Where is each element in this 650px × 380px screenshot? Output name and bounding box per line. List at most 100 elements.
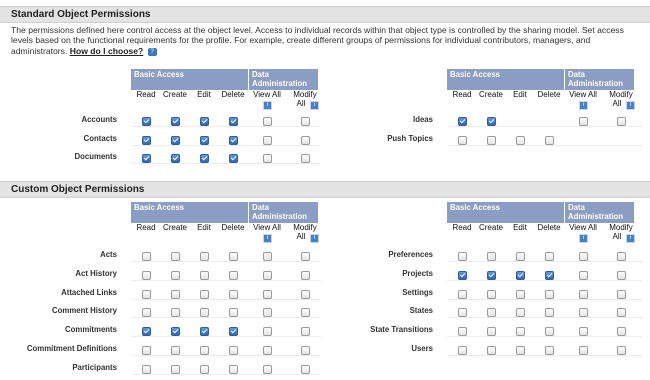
view-all-checkbox[interactable] — [579, 252, 588, 261]
delete-checkbox[interactable] — [229, 346, 238, 355]
delete-checkbox[interactable] — [545, 289, 554, 299]
delete-checkbox[interactable] — [545, 270, 554, 280]
create-checkbox[interactable] — [487, 308, 496, 318]
read-checkbox[interactable] — [142, 327, 151, 337]
create-checkbox[interactable] — [487, 252, 496, 261]
read-checkbox[interactable] — [142, 135, 151, 145]
view-all-checkbox[interactable] — [579, 308, 588, 318]
create-checkbox[interactable] — [171, 117, 180, 126]
create-checkbox[interactable] — [171, 327, 180, 337]
modify-checkbox[interactable] — [617, 252, 626, 261]
info-icon[interactable]: i — [263, 101, 272, 110]
delete-checkbox[interactable] — [545, 346, 554, 355]
view-all-checkbox[interactable] — [263, 135, 272, 145]
create-checkbox[interactable] — [171, 346, 180, 355]
edit-checkbox[interactable] — [516, 289, 525, 299]
edit-checkbox[interactable] — [516, 270, 525, 280]
modify-checkbox[interactable] — [301, 154, 310, 163]
delete-checkbox[interactable] — [229, 252, 238, 261]
info-icon[interactable]: i — [626, 101, 635, 110]
create-checkbox[interactable] — [171, 252, 180, 261]
read-checkbox[interactable] — [458, 346, 467, 355]
view-all-checkbox[interactable] — [263, 308, 272, 318]
view-all-checkbox[interactable] — [579, 289, 588, 299]
create-checkbox[interactable] — [487, 289, 496, 299]
read-checkbox[interactable] — [458, 308, 467, 318]
how-do-i-choose-link[interactable]: How do I choose? — [70, 46, 144, 56]
edit-checkbox[interactable] — [516, 135, 525, 145]
modify-checkbox[interactable] — [617, 308, 626, 318]
read-checkbox[interactable] — [458, 135, 467, 145]
create-checkbox[interactable] — [487, 346, 496, 355]
view-all-checkbox[interactable] — [579, 117, 588, 126]
create-checkbox[interactable] — [487, 117, 496, 126]
read-checkbox[interactable] — [142, 308, 151, 318]
view-all-checkbox[interactable] — [579, 346, 588, 355]
read-checkbox[interactable] — [142, 346, 151, 355]
edit-checkbox[interactable] — [516, 308, 525, 318]
create-checkbox[interactable] — [171, 135, 180, 145]
modify-checkbox[interactable] — [617, 270, 626, 280]
read-checkbox[interactable] — [142, 270, 151, 280]
modify-checkbox[interactable] — [617, 346, 626, 355]
info-icon[interactable]: i — [263, 234, 272, 243]
edit-checkbox[interactable] — [516, 346, 525, 355]
edit-checkbox[interactable] — [200, 154, 209, 163]
delete-checkbox[interactable] — [229, 154, 238, 163]
read-checkbox[interactable] — [142, 154, 151, 163]
edit-checkbox[interactable] — [516, 327, 525, 337]
modify-checkbox[interactable] — [301, 364, 310, 374]
create-checkbox[interactable] — [171, 270, 180, 280]
help-icon[interactable]: ? — [147, 47, 157, 56]
create-checkbox[interactable] — [171, 154, 180, 163]
modify-checkbox[interactable] — [617, 117, 626, 126]
read-checkbox[interactable] — [142, 252, 151, 261]
read-checkbox[interactable] — [458, 289, 467, 299]
create-checkbox[interactable] — [171, 308, 180, 318]
view-all-checkbox[interactable] — [263, 270, 272, 280]
create-checkbox[interactable] — [487, 327, 496, 337]
edit-checkbox[interactable] — [200, 135, 209, 145]
create-checkbox[interactable] — [171, 364, 180, 374]
read-checkbox[interactable] — [142, 364, 151, 374]
info-icon[interactable]: i — [579, 234, 588, 243]
delete-checkbox[interactable] — [229, 117, 238, 126]
edit-checkbox[interactable] — [516, 252, 525, 261]
read-checkbox[interactable] — [142, 117, 151, 126]
view-all-checkbox[interactable] — [263, 252, 272, 261]
edit-checkbox[interactable] — [200, 346, 209, 355]
edit-checkbox[interactable] — [200, 270, 209, 280]
delete-checkbox[interactable] — [545, 252, 554, 261]
view-all-checkbox[interactable] — [263, 154, 272, 163]
read-checkbox[interactable] — [458, 270, 467, 280]
delete-checkbox[interactable] — [229, 364, 238, 374]
view-all-checkbox[interactable] — [579, 327, 588, 337]
view-all-checkbox[interactable] — [579, 270, 588, 280]
edit-checkbox[interactable] — [200, 252, 209, 261]
create-checkbox[interactable] — [487, 270, 496, 280]
modify-checkbox[interactable] — [617, 327, 626, 337]
delete-checkbox[interactable] — [545, 135, 554, 145]
view-all-checkbox[interactable] — [263, 117, 272, 126]
delete-checkbox[interactable] — [229, 270, 238, 280]
read-checkbox[interactable] — [458, 117, 467, 126]
edit-checkbox[interactable] — [200, 308, 209, 318]
info-icon[interactable]: i — [310, 234, 319, 243]
delete-checkbox[interactable] — [229, 308, 238, 318]
delete-checkbox[interactable] — [545, 327, 554, 337]
delete-checkbox[interactable] — [545, 308, 554, 318]
view-all-checkbox[interactable] — [263, 346, 272, 355]
edit-checkbox[interactable] — [200, 117, 209, 126]
edit-checkbox[interactable] — [200, 327, 209, 337]
info-icon[interactable]: i — [310, 101, 319, 110]
view-all-checkbox[interactable] — [263, 327, 272, 337]
info-icon[interactable]: i — [579, 101, 588, 110]
delete-checkbox[interactable] — [229, 327, 238, 337]
edit-checkbox[interactable] — [200, 289, 209, 299]
delete-checkbox[interactable] — [229, 289, 238, 299]
read-checkbox[interactable] — [458, 327, 467, 337]
read-checkbox[interactable] — [458, 252, 467, 261]
create-checkbox[interactable] — [171, 289, 180, 299]
read-checkbox[interactable] — [142, 289, 151, 299]
delete-checkbox[interactable] — [229, 135, 238, 145]
